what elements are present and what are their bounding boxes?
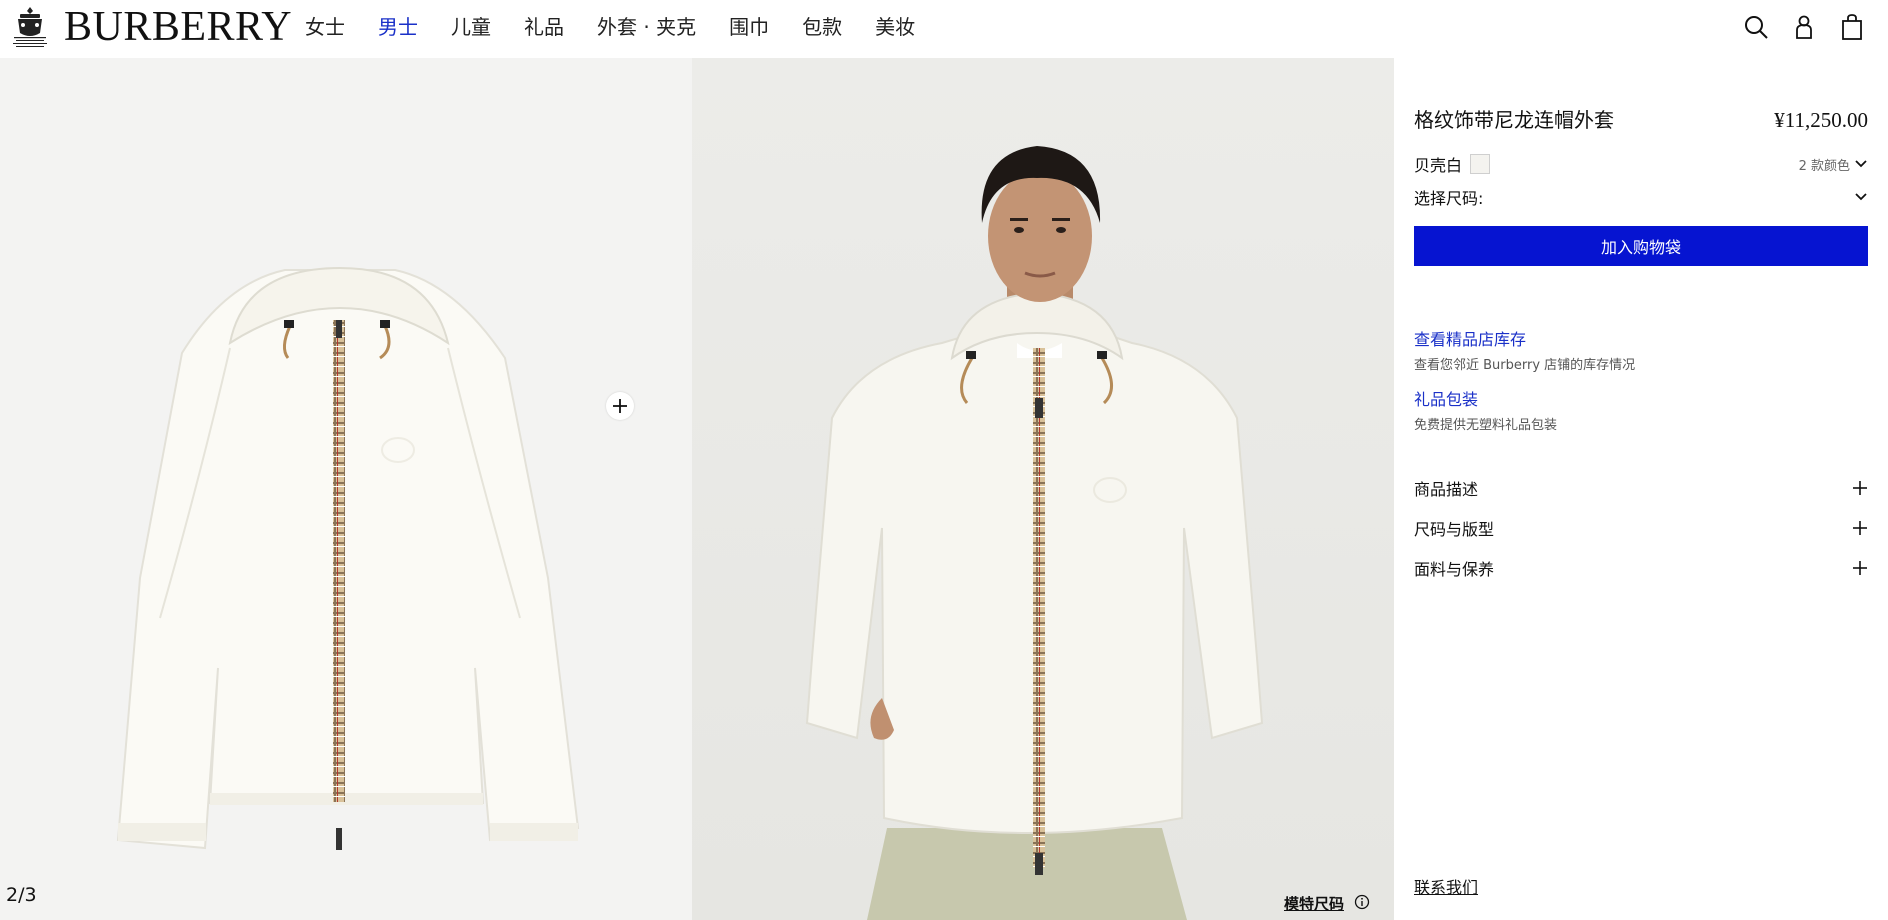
chevron-down-icon (1855, 160, 1867, 168)
accordion-description[interactable]: 商品描述 (1414, 476, 1868, 500)
jacket-flat-lay-image[interactable]: 2/3 (0, 58, 692, 920)
store-stock-link[interactable]: 查看精品店库存 (1414, 326, 1868, 350)
nav-item-bags[interactable]: 包款 (802, 14, 842, 40)
title-row: 格纹饰带尼龙连帽外套 ¥11,250.00 (1414, 104, 1868, 133)
color-name: 贝壳白 (1414, 156, 1463, 175)
plus-icon (1853, 561, 1867, 575)
model-size-info: 模特尺码 (1284, 893, 1370, 914)
product-details: 格纹饰带尼龙连帽外套 ¥11,250.00 贝壳白 2 款颜色 选择尺码: 加入… (1414, 58, 1868, 920)
accordion-label: 商品描述 (1414, 480, 1479, 499)
brand-logo[interactable]: BURBERRY (64, 2, 292, 52)
nav-item-men[interactable]: 男士 (378, 14, 418, 40)
color-count-label: 2 款颜色 (1798, 158, 1850, 174)
store-stock-service: 查看精品店库存 查看您邻近 Burberry 店铺的库存情况 (1414, 326, 1868, 373)
size-label: 选择尺码: (1414, 189, 1484, 208)
info-icon[interactable] (1354, 894, 1370, 914)
plus-icon (1853, 481, 1867, 495)
nav-item-gifts[interactable]: 礼品 (524, 14, 564, 40)
gift-wrap-service: 礼品包装 免费提供无塑料礼品包装 (1414, 386, 1868, 433)
nav-item-outerwear[interactable]: 外套 · 夹克 (597, 14, 696, 40)
search-icon[interactable] (1742, 12, 1770, 42)
nav-item-women[interactable]: 女士 (305, 14, 345, 40)
product-gallery[interactable]: 2/3 模特尺码 (0, 58, 1394, 920)
main-nav: 女士 男士 儿童 礼品 外套 · 夹克 围巾 包款 美妆 (305, 14, 948, 40)
color-swatch[interactable] (1470, 154, 1491, 174)
chevron-down-icon (1855, 193, 1867, 201)
image-pager: 2/3 (6, 884, 37, 906)
gift-wrap-desc: 免费提供无塑料礼品包装 (1414, 418, 1558, 433)
product-title: 格纹饰带尼龙连帽外套 (1414, 108, 1614, 132)
size-selector[interactable]: 选择尺码: (1414, 185, 1868, 209)
color-selector: 贝壳白 2 款颜色 (1414, 152, 1868, 176)
accordion-label: 面料与保养 (1414, 560, 1495, 579)
selected-color: 贝壳白 (1414, 152, 1491, 176)
zoom-in-button[interactable] (606, 392, 634, 420)
site-header: BURBERRY 女士 男士 儿童 礼品 外套 · 夹克 围巾 包款 美妆 (0, 0, 1888, 58)
nav-item-scarves[interactable]: 围巾 (729, 14, 769, 40)
accordion-fabric-care[interactable]: 面料与保养 (1414, 556, 1868, 580)
model-size-link[interactable]: 模特尺码 (1284, 893, 1344, 914)
add-to-bag-button[interactable]: 加入购物袋 (1414, 226, 1868, 266)
gift-wrap-link[interactable]: 礼品包装 (1414, 386, 1868, 410)
contact-us-link[interactable]: 联系我们 (1414, 874, 1478, 898)
color-count-toggle[interactable]: 2 款颜色 (1799, 155, 1868, 174)
store-stock-desc: 查看您邻近 Burberry 店铺的库存情况 (1414, 358, 1636, 373)
plus-icon (1853, 521, 1867, 535)
accordion-label: 尺码与版型 (1414, 520, 1495, 539)
nav-item-children[interactable]: 儿童 (451, 14, 491, 40)
crest-logo-icon[interactable] (10, 5, 50, 50)
accordion-size-fit[interactable]: 尺码与版型 (1414, 516, 1868, 540)
account-icon[interactable] (1790, 12, 1818, 42)
product-price: ¥11,250.00 (1774, 108, 1868, 132)
model-wearing-jacket-image[interactable]: 模特尺码 (692, 58, 1394, 920)
shopping-bag-icon[interactable] (1838, 12, 1866, 42)
header-actions (1722, 12, 1866, 42)
nav-item-beauty[interactable]: 美妆 (875, 14, 915, 40)
